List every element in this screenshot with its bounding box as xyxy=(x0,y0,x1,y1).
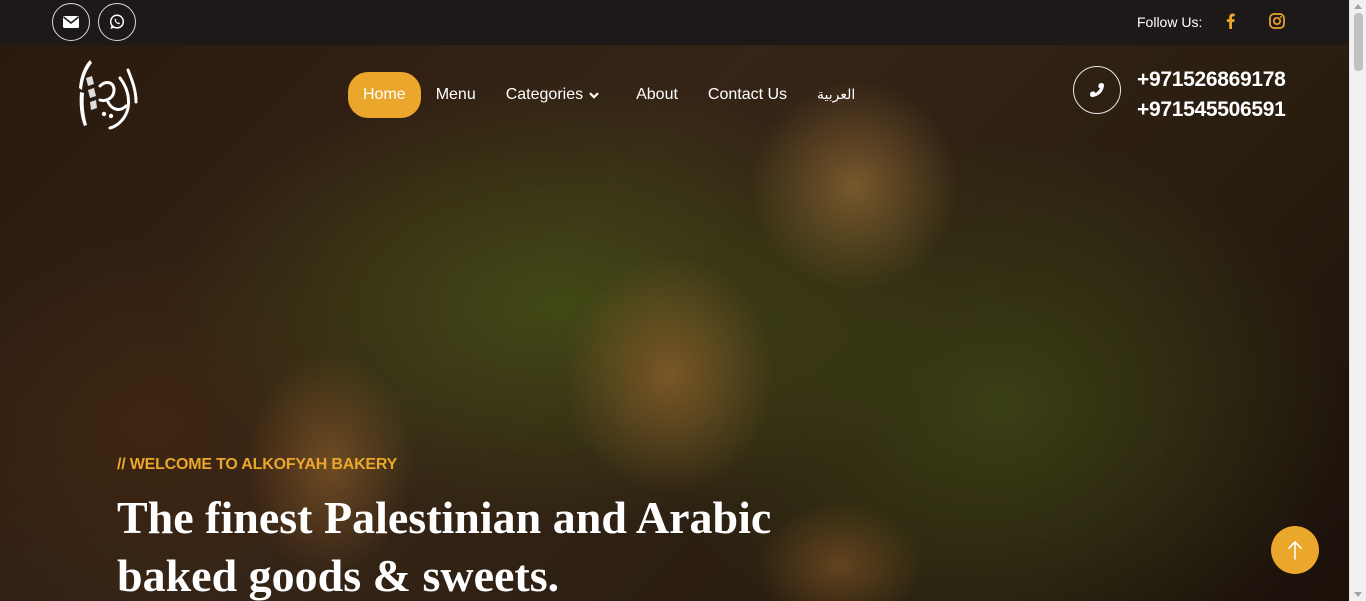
whatsapp-icon xyxy=(109,14,125,29)
instagram-link[interactable] xyxy=(1268,12,1286,30)
hero-kicker: // WELCOME TO ALKOFYAH BAKERY xyxy=(117,456,398,473)
scroll-to-top-button[interactable] xyxy=(1271,526,1319,574)
hero-headline: The finest Palestinian and Arabic baked … xyxy=(117,489,877,601)
main-nav: Home Menu Categories About Contact Us ال… xyxy=(348,72,870,118)
nav-categories[interactable]: Categories xyxy=(491,72,621,118)
hero-headline-line-1: The finest Palestinian and Arabic xyxy=(117,492,772,543)
scrollbar-thumb[interactable] xyxy=(1354,13,1363,71)
scroll-up-arrow-icon[interactable] xyxy=(1354,4,1362,9)
page-scrollbar[interactable] xyxy=(1349,0,1366,601)
site-logo[interactable] xyxy=(70,56,145,136)
facebook-link[interactable] xyxy=(1221,12,1239,30)
phone-number-1[interactable]: +971526869178 xyxy=(1137,68,1286,92)
nav-home[interactable]: Home xyxy=(348,72,421,118)
nav-categories-label: Categories xyxy=(505,86,584,103)
follow-us-label: Follow Us: xyxy=(1137,14,1203,30)
phone-number-2[interactable]: +971545506591 xyxy=(1137,98,1286,122)
chevron-down-icon xyxy=(589,91,599,99)
whatsapp-button[interactable] xyxy=(98,3,136,41)
envelope-icon xyxy=(63,16,79,28)
facebook-icon xyxy=(1226,13,1235,29)
arrow-up-icon xyxy=(1288,541,1302,560)
email-button[interactable] xyxy=(52,3,90,41)
nav-arabic[interactable]: العربية xyxy=(802,72,870,118)
call-button[interactable] xyxy=(1073,66,1121,114)
alkofyah-logo xyxy=(79,60,138,130)
scroll-down-arrow-icon[interactable] xyxy=(1354,592,1362,597)
nav-menu[interactable]: Menu xyxy=(421,72,491,118)
hero-section: // WELCOME TO ALKOFYAH BAKERY The finest… xyxy=(0,45,1349,601)
nav-about[interactable]: About xyxy=(621,72,693,118)
instagram-icon xyxy=(1269,13,1285,29)
nav-contact-us[interactable]: Contact Us xyxy=(693,72,802,118)
phone-icon xyxy=(1090,83,1104,97)
top-bar: Follow Us: xyxy=(0,0,1349,45)
hero-headline-line-2: baked goods & sweets. xyxy=(117,550,560,601)
